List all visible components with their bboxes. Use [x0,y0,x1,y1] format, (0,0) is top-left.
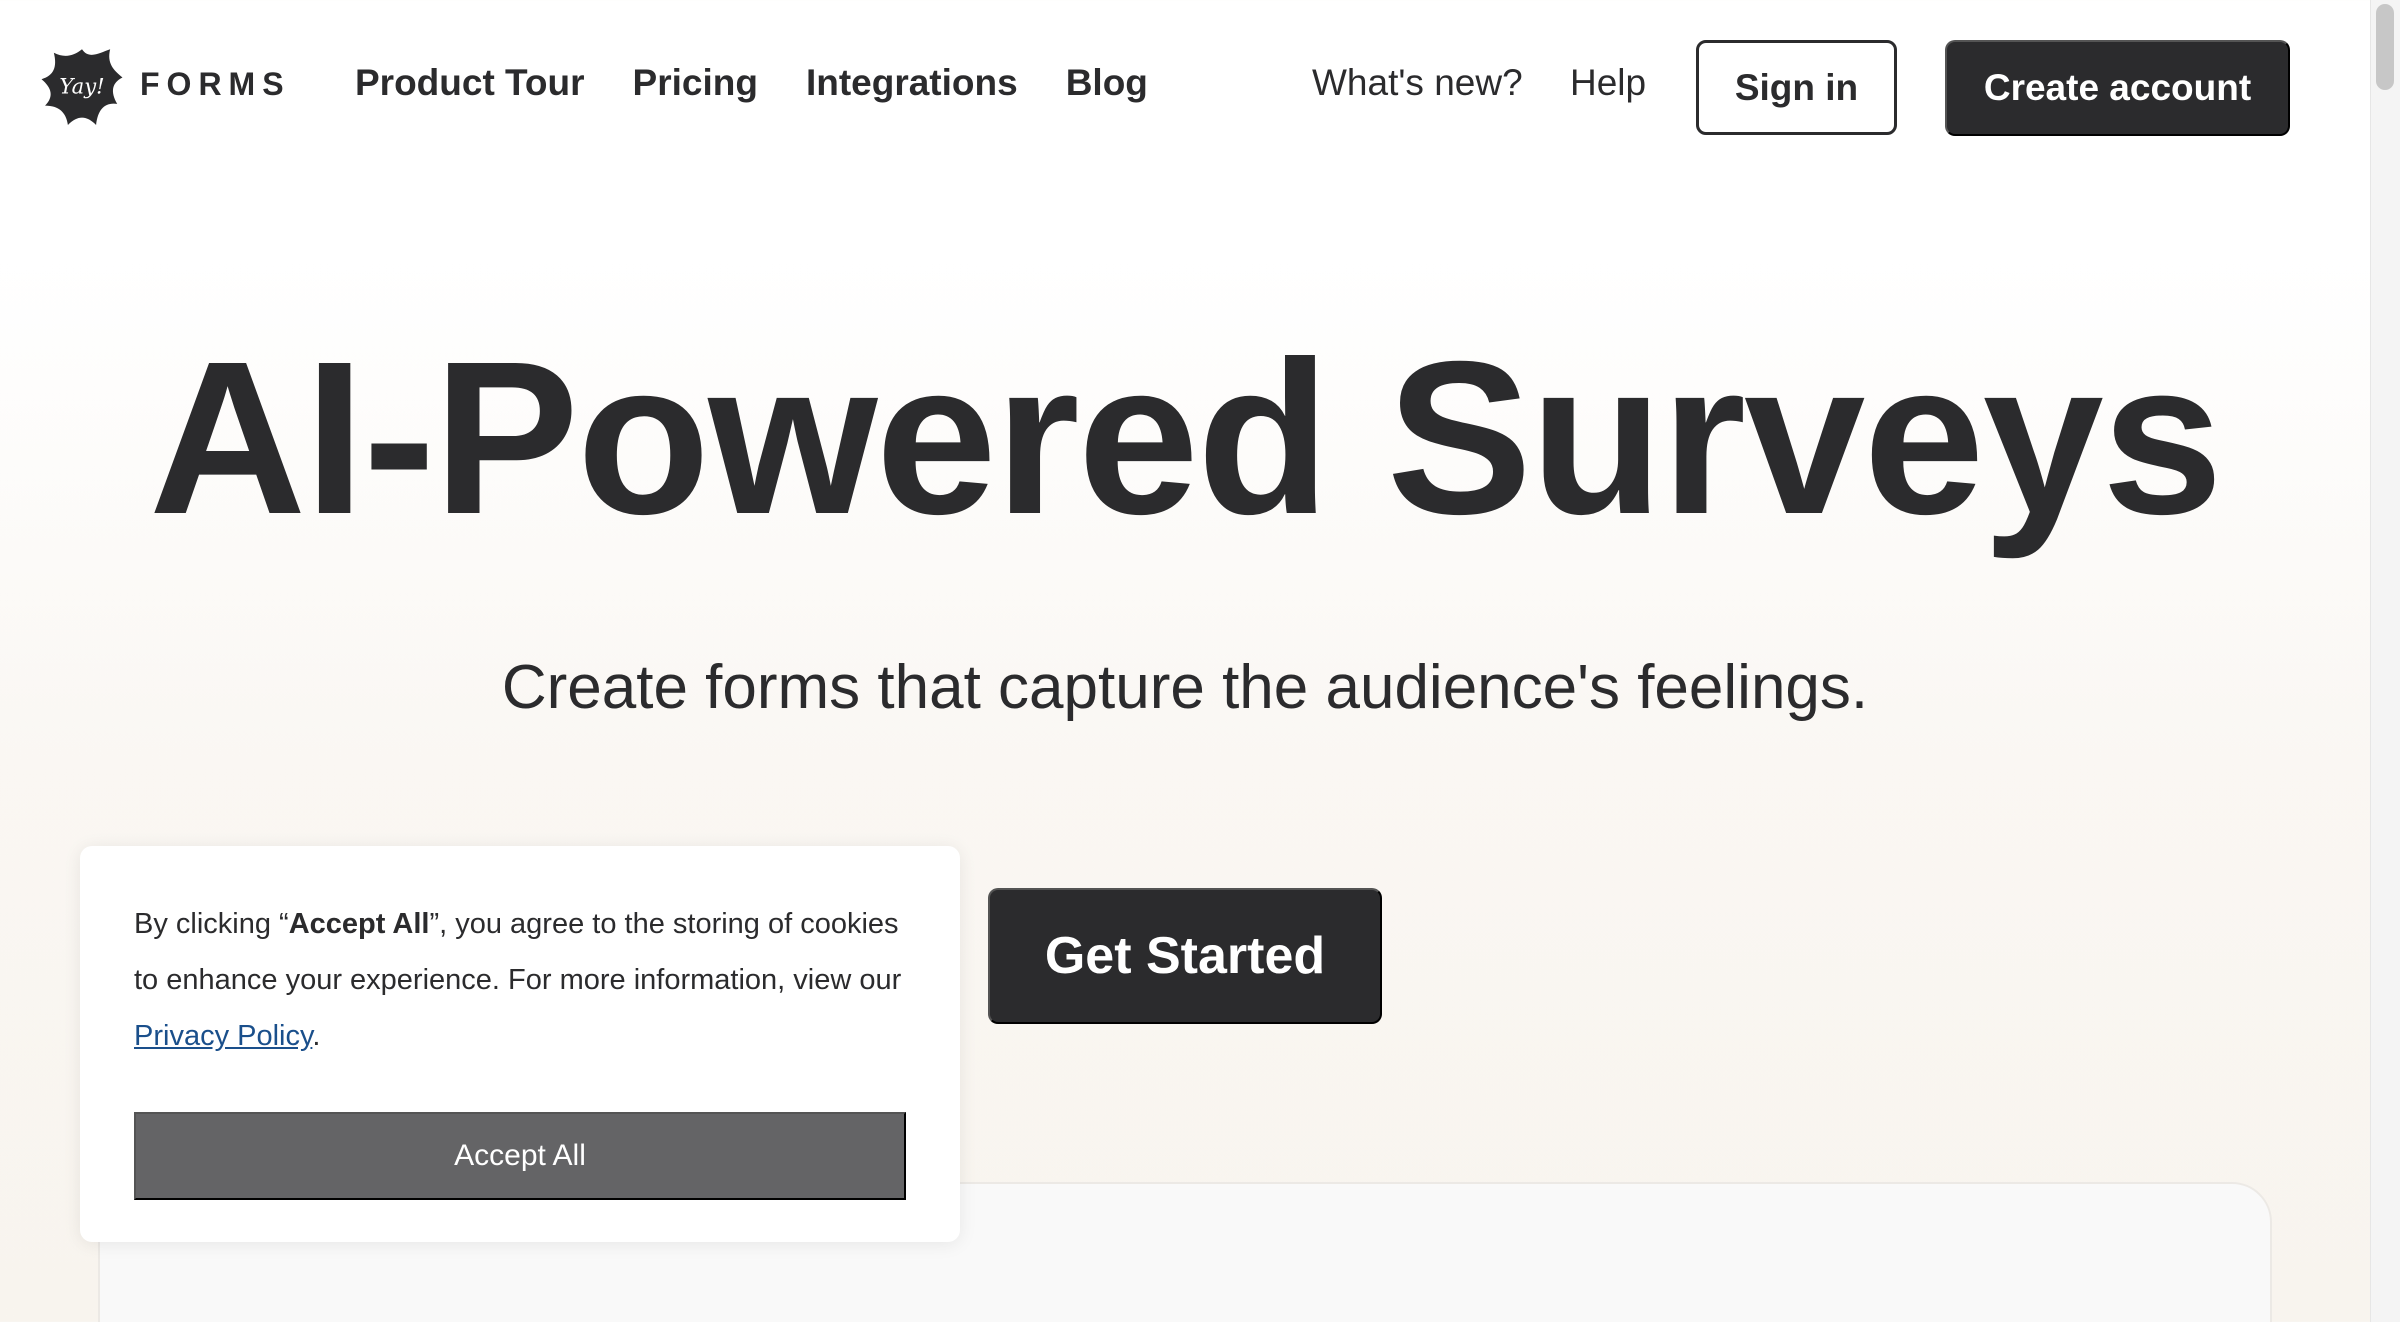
create-account-button[interactable]: Create account [1945,40,2290,136]
cookie-message: By clicking “Accept All”, you agree to t… [134,908,902,1052]
nav-integrations[interactable]: Integrations [806,62,1018,104]
splat-logo-icon: Yay! [41,49,123,125]
hero-subtitle: Create forms that capture the audience's… [501,653,1869,722]
scrollbar-track[interactable] [2370,0,2400,1322]
nav-blog[interactable]: Blog [1066,62,1148,104]
cookie-banner: By clicking “Accept All”, you agree to t… [80,846,960,1242]
nav-help[interactable]: Help [1570,62,1646,104]
nav-product-tour[interactable]: Product Tour [355,62,585,104]
site-header: Yay! FORMS Product Tour Pricing Integrat… [0,0,2370,180]
privacy-policy-link[interactable]: Privacy Policy [134,1020,312,1052]
svg-text:Yay!: Yay! [59,73,104,98]
primary-nav: Product Tour Pricing Integrations Blog [355,62,1148,104]
accept-all-button[interactable]: Accept All [134,1112,906,1200]
scrollbar-thumb[interactable] [2376,4,2394,90]
hero-title: AI-Powered Surveys [148,317,2223,560]
brand-logo[interactable]: Yay! FORMS [38,44,291,132]
get-started-button[interactable]: Get Started [988,888,1382,1024]
nav-pricing[interactable]: Pricing [633,62,758,104]
cookie-accept-mention: Accept All [288,908,430,940]
sign-in-button[interactable]: Sign in [1696,40,1897,135]
brand-name: FORMS [140,65,291,102]
nav-whats-new[interactable]: What's new? [1312,62,1523,104]
